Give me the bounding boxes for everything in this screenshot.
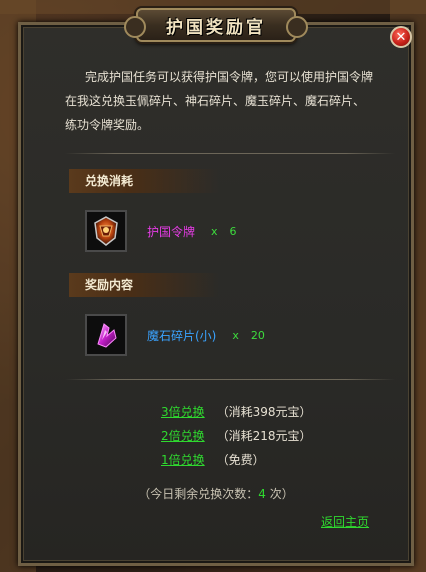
- reward-section-heading: 奖励内容: [69, 273, 219, 297]
- cost-item-slot[interactable]: [85, 210, 127, 252]
- close-icon: ✕: [395, 29, 407, 45]
- reward-item-row: 魔石碎片(小) x 20: [85, 313, 265, 357]
- dialog-title: 护国奖励官: [166, 17, 266, 38]
- exchange-1x-link[interactable]: 1倍兑换: [161, 451, 205, 468]
- cost-section-heading: 兑换消耗: [69, 169, 219, 193]
- remaining-count: 4: [258, 487, 266, 501]
- remaining-count-text: （今日剩余兑换次数：4 次）: [21, 485, 411, 502]
- reward-item-slot[interactable]: [85, 314, 127, 356]
- divider-bottom: [65, 379, 395, 380]
- guard-token-icon: [94, 216, 118, 246]
- exchange-3x-link[interactable]: 3倍兑换: [161, 403, 205, 420]
- close-button[interactable]: ✕: [390, 26, 412, 48]
- exchange-option-2x: 2倍兑换 （消耗218元宝）: [161, 427, 312, 444]
- game-screen: 完成护国任务可以获得护国令牌，您可以使用护国令牌 在我这兑换玉佩碎片、神石碎片、…: [0, 0, 426, 572]
- intro-line-1: 完成护国任务可以获得护国令牌，您可以使用护国令牌: [85, 70, 374, 84]
- cost-item-row: 护国令牌 x 6: [85, 209, 237, 253]
- exchange-option-1x: 1倍兑换 （免费）: [161, 451, 265, 468]
- exchange-1x-cost: （免费）: [216, 453, 265, 467]
- dialog-title-plate: 护国奖励官: [124, 8, 308, 42]
- reward-item-name: 魔石碎片(小): [147, 328, 217, 343]
- reward-item-multiply: x: [232, 328, 239, 342]
- remaining-suffix: 次）: [265, 487, 294, 501]
- intro-line-3: 练功令牌奖励。: [65, 118, 150, 132]
- cost-item-multiply: x: [211, 224, 218, 238]
- reward-item-quantity: 20: [250, 328, 265, 342]
- intro-text: 完成护国任务可以获得护国令牌，您可以使用护国令牌 在我这兑换玉佩碎片、神石碎片、…: [65, 65, 385, 137]
- exchange-3x-cost: （消耗398元宝）: [216, 405, 312, 419]
- divider-top: [65, 153, 395, 154]
- reward-dialog: 完成护国任务可以获得护国令牌，您可以使用护国令牌 在我这兑换玉佩碎片、神石碎片、…: [18, 22, 414, 566]
- exchange-2x-link[interactable]: 2倍兑换: [161, 427, 205, 444]
- back-to-home-link[interactable]: 返回主页: [321, 513, 369, 530]
- exchange-2x-cost: （消耗218元宝）: [216, 429, 312, 443]
- cost-item-name: 护国令牌: [147, 224, 196, 239]
- remaining-prefix: （今日剩余兑换次数：: [138, 487, 259, 501]
- intro-line-2: 在我这兑换玉佩碎片、神石碎片、魔玉碎片、魔石碎片、: [65, 94, 366, 108]
- exchange-option-3x: 3倍兑换 （消耗398元宝）: [161, 403, 312, 420]
- cost-item-quantity: 6: [229, 224, 237, 238]
- magic-stone-fragment-icon: [97, 323, 117, 348]
